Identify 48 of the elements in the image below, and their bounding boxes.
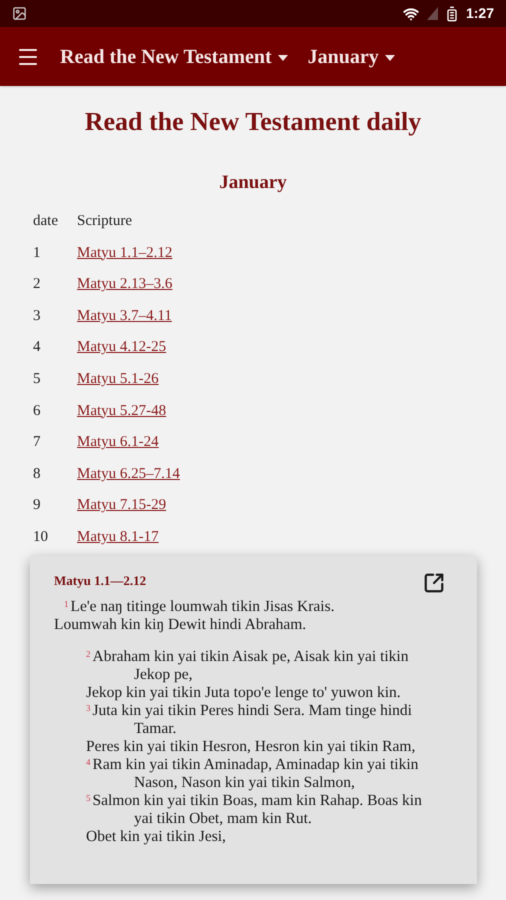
verse-text: Jekop kin yai tikin Juta topo'e lenge to' yuwon kin. [86, 684, 402, 702]
date-cell-text: 4 [33, 338, 42, 358]
date-cell-text: 8 [33, 464, 42, 484]
scripture-link[interactable]: Matyu 5.1-26 [77, 368, 159, 390]
column-header: Scripture [77, 212, 132, 231]
verse-number: 2 [86, 648, 90, 658]
wifi-icon [402, 6, 419, 22]
verse-number: 3 [86, 702, 90, 712]
column-header: date [33, 212, 59, 231]
verse-text: $^{3}$ Juta kin yai tikin Peres hindi Sera. Mam tinge hindi Tamar. [86, 702, 413, 738]
scripture-link[interactable]: Matyu 5.27-48 [77, 400, 166, 422]
verse-number: 5 [86, 792, 90, 802]
status-time: 1:27 [466, 4, 494, 23]
date-cell-text: 7 [33, 433, 42, 452]
date-cell-text: 2 [33, 275, 42, 294]
date-cell-text: 3 [33, 306, 42, 326]
verse-text: $^{4}$ Ram kin yai tikin Aminadap, Aminadap kin yai tikin Nason, Nason kin yai tikin Salmon, [86, 756, 420, 792]
scripture-link[interactable]: Matyu 6.1-24 [77, 431, 159, 454]
signal-icon [426, 7, 438, 20]
date-cell-text: 1 [33, 244, 42, 263]
scripture-link[interactable]: Matyu 2.13–3.6 [77, 273, 172, 296]
month-dropdown[interactable]: January [308, 42, 395, 72]
caret-icon [278, 54, 288, 60]
verse-text: $^{5}$ Salmon kin yai tikin Boas, mam kin Rahap. Boas kin yai tikin Obet, mam kin Rut. [86, 792, 423, 828]
date-cell-text: 9 [33, 496, 42, 516]
passage-reference: Matyu 1.1—2.12 [54, 572, 146, 590]
verse-text: Loumwah kin kiŋ Dewit hindi Abraham. [54, 616, 308, 634]
open-external-button[interactable] [423, 572, 445, 594]
scripture-link[interactable]: Matyu 7.15-29 [77, 494, 166, 517]
date-cell-text: 5 [33, 370, 42, 389]
verse-text: Peres kin yai tikin Hesron, Hesron kin yai tikin Ram, [86, 738, 416, 756]
date-cell-text: 6 [33, 402, 42, 421]
scripture-link[interactable]: Matyu 6.25–7.14 [77, 462, 180, 486]
scripture-link[interactable]: Matyu 1.1–2.12 [77, 242, 172, 264]
verse-number: 1 [64, 598, 68, 608]
verse-number: 4 [86, 756, 90, 766]
book-dropdown[interactable]: Read the New Testament [60, 42, 288, 72]
date-cell-text: 10 [33, 528, 49, 547]
scripture-link[interactable]: Matyu 8.1-17 [77, 526, 159, 548]
month-heading: January [218, 171, 288, 195]
scripture-link[interactable]: Matyu 3.7–4.11 [77, 304, 172, 328]
verse-text: $^{1}$ Le'e naŋ titinge loumwah tikin Jisas Krais. [63, 598, 336, 616]
scripture-link[interactable]: Matyu 4.12-25 [77, 336, 166, 359]
caret-icon [384, 54, 395, 60]
image-icon [12, 6, 27, 21]
page-title: Read the New Testament daily [84, 106, 422, 138]
verse-text: Obet kin yai tikin Jesi, [86, 828, 227, 846]
verse-text: $^{2}$ Abraham kin yai tikin Aisak pe, Aisak kin yai tikin Jekop pe, [86, 648, 410, 684]
